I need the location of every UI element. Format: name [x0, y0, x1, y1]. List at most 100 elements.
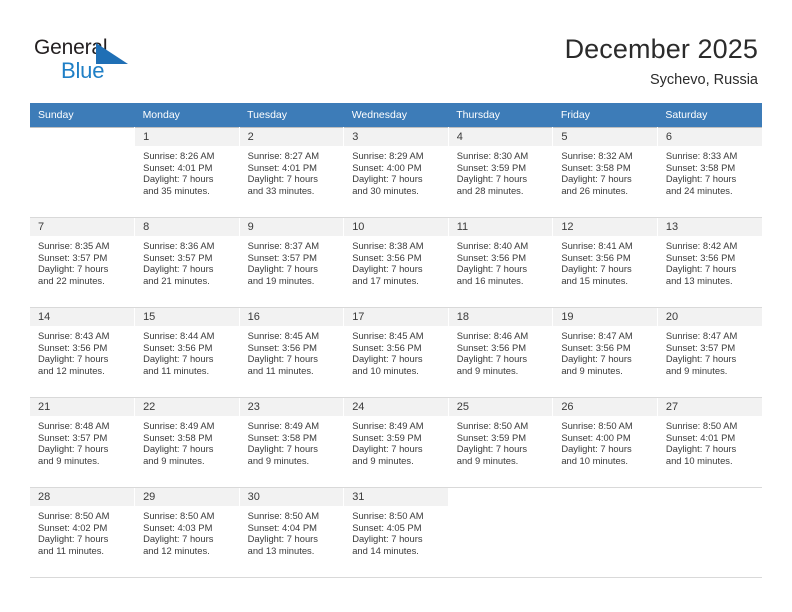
day-detail-line: Daylight: 7 hours [38, 443, 109, 455]
day-number: 12 [553, 218, 657, 236]
day-details: Sunrise: 8:30 AM Sunset: 3:59 PM Daylight:… [449, 146, 553, 196]
page-header: General Blue December 2025 Sychevo, Russ… [0, 0, 792, 103]
day-detail-line: Sunrise: 8:50 AM [665, 420, 738, 431]
calendar-day-cell[interactable]: 30 Sunrise: 8:50 AM Sunset: 4:04 PM Dayligh… [239, 487, 345, 578]
general-blue-logo[interactable]: General Blue [34, 36, 164, 88]
calendar-day-cell[interactable]: 23 Sunrise: 8:49 AM Sunset: 3:58 PM Dayligh… [239, 397, 345, 488]
weekday-header-thursday: Thursday [448, 103, 553, 128]
day-details: Sunrise: 8:50 AM Sunset: 4:03 PM Daylight:… [135, 506, 239, 556]
logo-text-blue: Blue [61, 58, 105, 83]
day-detail-line: Sunrise: 8:50 AM [352, 510, 424, 521]
day-detail-line: and 9 minutes. [352, 454, 414, 466]
calendar-day-cell[interactable]: 24 Sunrise: 8:49 AM Sunset: 3:59 PM Dayligh… [343, 397, 449, 488]
day-detail-line: and 10 minutes. [665, 454, 733, 466]
day-detail-line: Daylight: 7 hours [665, 353, 737, 365]
calendar-day-cell[interactable]: 11 Sunrise: 8:40 AM Sunset: 3:56 PM Dayligh… [448, 217, 554, 308]
day-detail-line: Daylight: 7 hours [38, 263, 109, 275]
day-detail-line: Sunset: 3:56 PM [561, 341, 631, 353]
day-detail-line: Sunrise: 8:41 AM [561, 240, 633, 251]
day-details: Sunrise: 8:26 AM Sunset: 4:01 PM Daylight:… [135, 146, 239, 196]
day-details: Sunrise: 8:38 AM Sunset: 3:56 PM Daylight:… [344, 236, 448, 286]
day-detail-line: and 24 minutes. [665, 184, 733, 196]
calendar-day-cell[interactable]: 27 Sunrise: 8:50 AM Sunset: 4:01 PM Dayligh… [657, 397, 762, 488]
day-details [553, 506, 657, 510]
day-number [30, 128, 135, 146]
day-detail-line: and 13 minutes. [247, 544, 315, 556]
day-details: Sunrise: 8:40 AM Sunset: 3:56 PM Daylight:… [449, 236, 553, 286]
day-detail-line: and 9 minutes. [247, 454, 310, 466]
day-number: 4 [448, 128, 553, 146]
calendar-day-cell[interactable]: 3 Sunrise: 8:29 AM Sunset: 4:00 PM Daylight… [343, 127, 449, 218]
day-number: 10 [344, 218, 448, 236]
day-detail-line: Sunset: 4:01 PM [247, 161, 317, 173]
day-detail-line: Daylight: 7 hours [352, 443, 423, 455]
day-detail-line: Sunrise: 8:30 AM [456, 150, 529, 161]
day-detail-line: Sunset: 4:04 PM [247, 521, 317, 533]
day-detail-line: Daylight: 7 hours [247, 173, 318, 185]
calendar-day-cell[interactable]: 15 Sunrise: 8:44 AM Sunset: 3:56 PM Dayligh… [134, 307, 240, 398]
day-detail-line: Daylight: 7 hours [352, 353, 423, 365]
calendar-day-cell[interactable]: 29 Sunrise: 8:50 AM Sunset: 4:03 PM Dayligh… [134, 487, 240, 578]
day-detail-line: Daylight: 7 hours [247, 533, 318, 545]
calendar-day-cell[interactable]: 28 Sunrise: 8:50 AM Sunset: 4:02 PM Dayligh… [30, 487, 136, 578]
title-block: December 2025 Sychevo, Russia [565, 33, 758, 89]
day-detail-line: and 13 minutes. [665, 274, 733, 286]
calendar-day-cell[interactable]: 8 Sunrise: 8:36 AM Sunset: 3:57 PM Daylight… [134, 217, 240, 308]
calendar-day-cell[interactable]: 18 Sunrise: 8:46 AM Sunset: 3:56 PM Dayligh… [448, 307, 554, 398]
calendar-day-cell[interactable]: 22 Sunrise: 8:49 AM Sunset: 3:58 PM Dayligh… [134, 397, 240, 488]
day-detail-line: and 10 minutes. [352, 364, 419, 376]
calendar-day-cell[interactable]: 20 Sunrise: 8:47 AM Sunset: 3:57 PM Dayligh… [657, 307, 762, 398]
day-detail-line: and 22 minutes. [38, 274, 105, 286]
day-detail-line: and 19 minutes. [247, 274, 315, 286]
calendar-day-cell[interactable]: 21 Sunrise: 8:48 AM Sunset: 3:57 PM Dayligh… [30, 397, 136, 488]
calendar-day-cell[interactable]: 9 Sunrise: 8:37 AM Sunset: 3:57 PM Daylight… [239, 217, 345, 308]
day-number: 24 [344, 398, 448, 416]
calendar-day-cell[interactable]: 6 Sunrise: 8:33 AM Sunset: 3:58 PM Daylight… [657, 127, 762, 218]
calendar-day-cell[interactable]: 16 Sunrise: 8:45 AM Sunset: 3:56 PM Dayligh… [239, 307, 345, 398]
day-detail-line: and 30 minutes. [352, 184, 419, 196]
day-number: 31 [344, 488, 448, 506]
calendar-day-cell[interactable]: 1 Sunrise: 8:26 AM Sunset: 4:01 PM Daylight… [134, 127, 240, 218]
calendar-day-cell[interactable]: 26 Sunrise: 8:50 AM Sunset: 4:00 PM Dayligh… [552, 397, 658, 488]
day-number: 16 [239, 308, 344, 326]
day-detail-line: Sunset: 4:02 PM [38, 521, 108, 533]
calendar-day-cell[interactable]: 17 Sunrise: 8:45 AM Sunset: 3:56 PM Dayligh… [343, 307, 449, 398]
day-details: Sunrise: 8:33 AM Sunset: 3:58 PM Daylight:… [658, 146, 762, 196]
calendar-day-cell[interactable]: 4 Sunrise: 8:30 AM Sunset: 3:59 PM Daylight… [448, 127, 554, 218]
day-detail-line: Sunset: 3:56 PM [352, 341, 422, 353]
calendar-day-cell[interactable]: 14 Sunrise: 8:43 AM Sunset: 3:56 PM Dayligh… [30, 307, 136, 398]
calendar-day-cell[interactable]: 5 Sunrise: 8:32 AM Sunset: 3:58 PM Daylight… [552, 127, 658, 218]
day-detail-line: Daylight: 7 hours [456, 263, 528, 275]
day-details: Sunrise: 8:50 AM Sunset: 4:05 PM Daylight:… [344, 506, 448, 556]
calendar-day-cell[interactable]: 7 Sunrise: 8:35 AM Sunset: 3:57 PM Daylight… [30, 217, 136, 308]
day-detail-line: and 17 minutes. [352, 274, 419, 286]
calendar-day-cell[interactable]: 25 Sunrise: 8:50 AM Sunset: 3:59 PM Dayligh… [448, 397, 554, 488]
calendar-header-row: Sunday Monday Tuesday Wednesday Thursday Frid… [30, 103, 762, 128]
calendar-day-cell[interactable]: 19 Sunrise: 8:47 AM Sunset: 3:56 PM Dayligh… [552, 307, 658, 398]
day-number: 29 [135, 488, 239, 506]
day-detail-line: Sunset: 3:57 PM [143, 251, 213, 263]
calendar-day-cell-empty [657, 487, 762, 578]
day-detail-line: Daylight: 7 hours [456, 443, 528, 455]
day-detail-line: Daylight: 7 hours [665, 173, 737, 185]
day-detail-line: Sunset: 3:56 PM [247, 341, 317, 353]
day-detail-line: Sunrise: 8:49 AM [143, 420, 215, 431]
day-detail-line: Sunrise: 8:26 AM [143, 150, 215, 161]
calendar-day-cell[interactable]: 2 Sunrise: 8:27 AM Sunset: 4:01 PM Daylight… [239, 127, 345, 218]
day-details: Sunrise: 8:35 AM Sunset: 3:57 PM Daylight:… [30, 236, 134, 286]
day-details: Sunrise: 8:50 AM Sunset: 4:00 PM Daylight:… [553, 416, 657, 466]
day-detail-line: Sunset: 4:03 PM [143, 521, 213, 533]
day-details: Sunrise: 8:37 AM Sunset: 3:57 PM Daylight:… [240, 236, 344, 286]
calendar-day-cell[interactable]: 31 Sunrise: 8:50 AM Sunset: 4:05 PM Dayligh… [343, 487, 449, 578]
day-number: 27 [657, 398, 762, 416]
day-details: Sunrise: 8:44 AM Sunset: 3:56 PM Daylight:… [135, 326, 239, 376]
day-detail-line: Daylight: 7 hours [352, 533, 423, 545]
day-number: 2 [239, 128, 344, 146]
day-details: Sunrise: 8:41 AM Sunset: 3:56 PM Daylight:… [553, 236, 657, 286]
day-detail-line: and 21 minutes. [143, 274, 210, 286]
calendar-day-cell[interactable]: 13 Sunrise: 8:42 AM Sunset: 3:56 PM Dayligh… [657, 217, 762, 308]
calendar-day-cell[interactable]: 12 Sunrise: 8:41 AM Sunset: 3:56 PM Dayligh… [552, 217, 658, 308]
day-detail-line: and 9 minutes. [456, 454, 519, 466]
day-details: Sunrise: 8:45 AM Sunset: 3:56 PM Daylight:… [344, 326, 448, 376]
calendar-day-cell[interactable]: 10 Sunrise: 8:38 AM Sunset: 3:56 PM Dayligh… [343, 217, 449, 308]
